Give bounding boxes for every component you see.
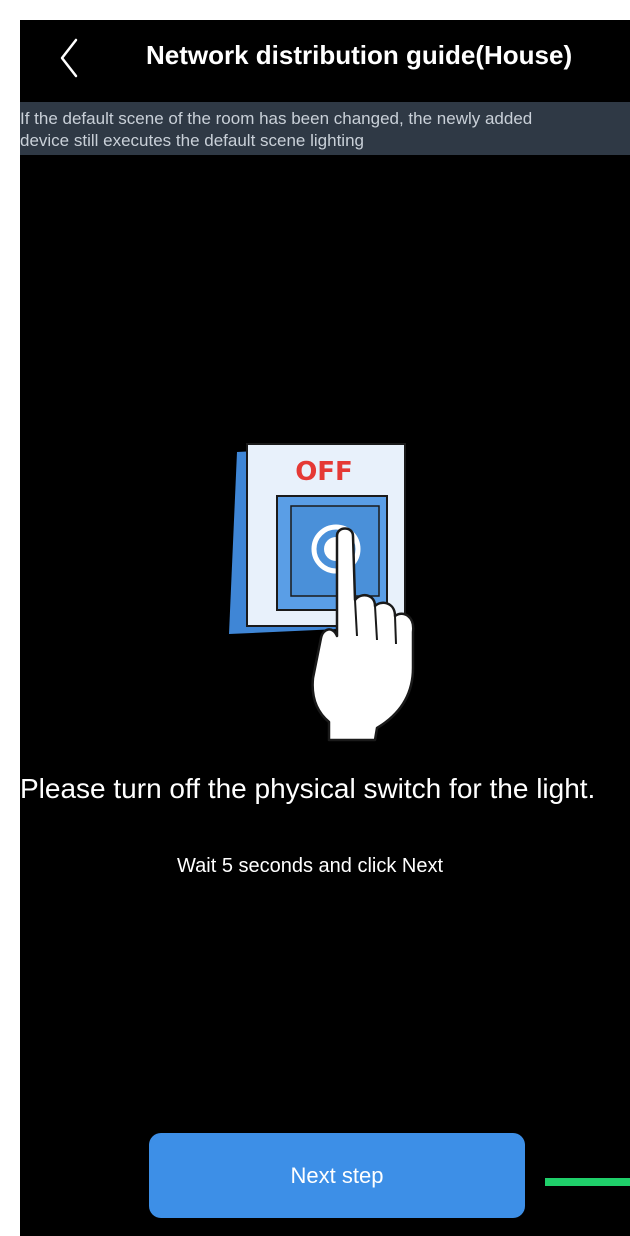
wait-hint-text: Wait 5 seconds and click Next: [177, 855, 444, 877]
app-screen: Network distribution guide(House) If the…: [20, 20, 630, 1236]
notice-line-1: If the default scene of the room has bee…: [20, 109, 533, 128]
header-bar: Network distribution guide(House): [20, 20, 630, 100]
chevron-left-icon: [60, 38, 78, 78]
switch-illustration: OFF: [225, 440, 465, 750]
switch-off-label: OFF: [295, 457, 353, 487]
page-title: Network distribution guide(House): [146, 40, 573, 70]
back-button[interactable]: [48, 36, 92, 80]
green-indicator-bar: [545, 1178, 630, 1186]
instruction-text: Please turn off the physical switch for …: [20, 773, 596, 804]
notice-banner: If the default scene of the room has bee…: [20, 102, 630, 155]
next-step-button[interactable]: Next step: [149, 1133, 525, 1218]
notice-line-2: device still executes the default scene …: [20, 131, 364, 150]
light-switch-hand-icon: OFF: [229, 443, 415, 742]
